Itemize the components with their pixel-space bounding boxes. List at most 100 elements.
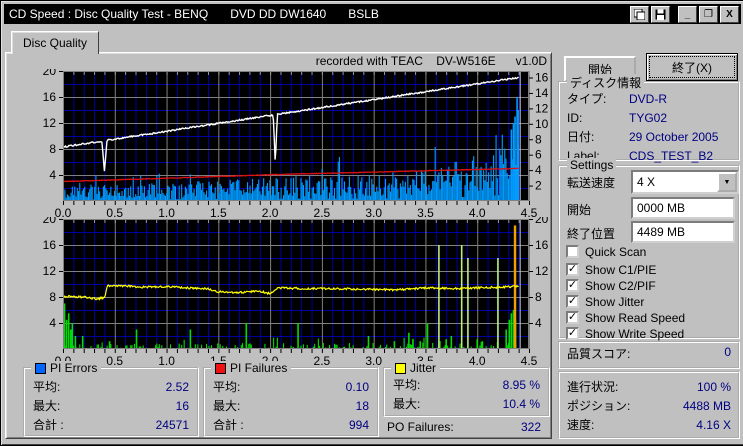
chevron-down-icon[interactable]: ▼ <box>717 172 737 192</box>
svg-text:4.0: 4.0 <box>469 206 486 217</box>
checkbox-icon[interactable] <box>566 245 579 258</box>
stat-row: ID: TYG02 <box>567 110 668 125</box>
checkbox-label: Quick Scan <box>585 244 647 259</box>
checkbox-show-read-speed[interactable]: ✓ Show Read Speed <box>566 310 685 325</box>
svg-text:2.5: 2.5 <box>314 206 331 217</box>
checkbox-icon[interactable]: ✓ <box>566 295 579 308</box>
checkbox-show-jitter[interactable]: ✓ Show Jitter <box>566 294 644 309</box>
stat-row: タイプ: DVD-R <box>567 91 667 107</box>
svg-text:8: 8 <box>49 290 56 304</box>
jitter-panel: Jitter 平均: 8.95 % 最大: 10.4 % <box>383 361 550 417</box>
stat-row: 合計 :994 <box>213 417 369 433</box>
svg-text:2.5: 2.5 <box>314 354 331 365</box>
stat-row: 平均: 0.10 <box>213 379 369 395</box>
svg-text:8: 8 <box>535 290 542 304</box>
exit-button[interactable]: 終了(X) <box>646 53 738 81</box>
checkbox-icon[interactable]: ✓ <box>566 263 579 276</box>
svg-text:20: 20 <box>535 217 549 226</box>
pi-errors-speed-chart: 481216202468101214160.0 0.5 1.0 1.5 2.0 2.5 3.… <box>43 69 549 217</box>
stat-row: 進行状況: 100 % <box>567 379 731 395</box>
svg-text:3.0: 3.0 <box>365 206 382 217</box>
quality-score-label: 品質スコア: <box>567 347 631 361</box>
speed-label: 転送速度 <box>567 176 616 190</box>
svg-text:0.5: 0.5 <box>106 354 123 365</box>
close-button[interactable]: X <box>720 6 739 23</box>
pi-failures-panel: PI Failures 平均: 0.10 最大: 18 合計 :994 <box>203 361 379 437</box>
stat-row: ポジション: 4488 MB <box>567 398 731 414</box>
svg-text:8: 8 <box>49 142 56 156</box>
checkbox-show-write-speed[interactable]: ✓ Show Write Speed <box>566 326 684 341</box>
stat-row: 最大: 18 <box>213 398 369 414</box>
stat-row: 合計 :24571 <box>33 417 189 433</box>
minimize-button[interactable]: _ <box>678 6 697 23</box>
svg-text:4: 4 <box>49 168 56 182</box>
svg-text:12: 12 <box>43 116 57 130</box>
stat-row: 速度: 4.16 X <box>567 417 731 433</box>
pi-errors-legend: PI Errors <box>31 361 102 375</box>
speed-select[interactable]: 4 X ▼ <box>631 170 739 194</box>
stat-row: 日付: 29 October 2005 <box>567 129 719 145</box>
end-position-input[interactable]: 4489 MB <box>631 221 735 243</box>
checkbox-quick-scan[interactable]: Quick Scan <box>566 244 646 259</box>
copy-chart-icon[interactable] <box>630 6 649 23</box>
stat-row: 平均: 2.52 <box>33 379 189 395</box>
save-icon[interactable] <box>651 6 670 23</box>
pi-failures-legend: PI Failures <box>211 361 292 375</box>
maximize-button[interactable]: ❐ <box>699 6 718 23</box>
tab-label: Disc Quality <box>22 36 87 50</box>
checkbox-label: Show Write Speed <box>585 326 685 341</box>
checkbox-label: Show C2/PIF <box>585 278 656 293</box>
tab-disc-quality[interactable]: Disc Quality <box>11 31 99 54</box>
svg-text:3.0: 3.0 <box>365 354 382 365</box>
checkbox-label: Show C1/PIE <box>585 262 657 277</box>
svg-text:20: 20 <box>43 69 57 78</box>
quality-score-value: 0 <box>724 345 731 359</box>
disc-info-group: ディスク情報 タイプ: DVD-R ID: TYG02 日付: 29 October 20… <box>558 74 740 163</box>
pi-errors-color-chip <box>35 362 46 374</box>
svg-text:12: 12 <box>535 101 549 115</box>
svg-text:4: 4 <box>535 316 542 330</box>
svg-text:14: 14 <box>535 86 549 100</box>
svg-text:1.0: 1.0 <box>158 354 175 365</box>
svg-text:16: 16 <box>535 71 549 85</box>
checkbox-icon[interactable]: ✓ <box>566 311 579 324</box>
pi-failures-jitter-chart: 48121620481216200.0 0.5 1.0 1.5 2.0 2.5 3.0 3.5… <box>43 217 549 365</box>
jitter-legend: Jitter <box>391 361 441 375</box>
app-window: CD Speed : Disc Quality Test - BENQ DVD D… <box>0 0 743 446</box>
svg-text:2: 2 <box>535 179 542 193</box>
stat-row: 最大: 10.4 % <box>393 396 540 412</box>
svg-text:0.5: 0.5 <box>106 206 123 217</box>
speed-value: 4 X <box>637 175 656 189</box>
svg-text:1.0: 1.0 <box>158 206 175 217</box>
checkbox-show-c1-pie[interactable]: ✓ Show C1/PIE <box>566 262 656 277</box>
po-failures-row: PO Failures: 322 <box>387 420 541 434</box>
checkbox-label: Show Jitter <box>585 294 645 309</box>
checkbox-show-c2-pif[interactable]: ✓ Show C2/PIF <box>566 278 656 293</box>
title-bar: CD Speed : Disc Quality Test - BENQ DVD D… <box>4 4 741 24</box>
recorded-with-text: recorded with TEAC DV-W516E v1.0D <box>315 54 547 68</box>
po-failures-label: PO Failures: <box>387 420 454 434</box>
svg-text:4: 4 <box>535 163 542 177</box>
checkbox-icon[interactable]: ✓ <box>566 327 579 340</box>
svg-text:1.5: 1.5 <box>210 206 227 217</box>
quality-score-box: 品質スコア: 0 <box>558 341 740 369</box>
svg-text:3.5: 3.5 <box>417 206 434 217</box>
svg-text:16: 16 <box>43 90 57 104</box>
progress-box: 進行状況: 100 % ポジション: 4488 MB 速度: 4.16 X <box>558 371 740 439</box>
checkbox-icon[interactable]: ✓ <box>566 279 579 292</box>
svg-text:4: 4 <box>49 316 56 330</box>
svg-text:12: 12 <box>43 264 57 278</box>
stat-row: 最大: 16 <box>33 398 189 414</box>
checkbox-label: Show Read Speed <box>585 310 686 325</box>
jitter-color-chip <box>395 362 406 374</box>
pi-errors-panel: PI Errors 平均: 2.52 最大: 16 合計 :24571 <box>23 361 199 437</box>
settings-title: Settings <box>567 158 617 172</box>
window-title: CD Speed : Disc Quality Test - BENQ DVD D… <box>9 7 379 21</box>
start-position-input[interactable]: 0000 MB <box>631 197 735 219</box>
start-position-label: 開始 <box>567 203 592 217</box>
pi-failures-color-chip <box>215 362 226 374</box>
svg-text:4.5: 4.5 <box>521 206 538 217</box>
stat-row: 平均: 8.95 % <box>393 377 540 393</box>
svg-text:10: 10 <box>535 117 549 131</box>
svg-text:4.0: 4.0 <box>469 354 486 365</box>
